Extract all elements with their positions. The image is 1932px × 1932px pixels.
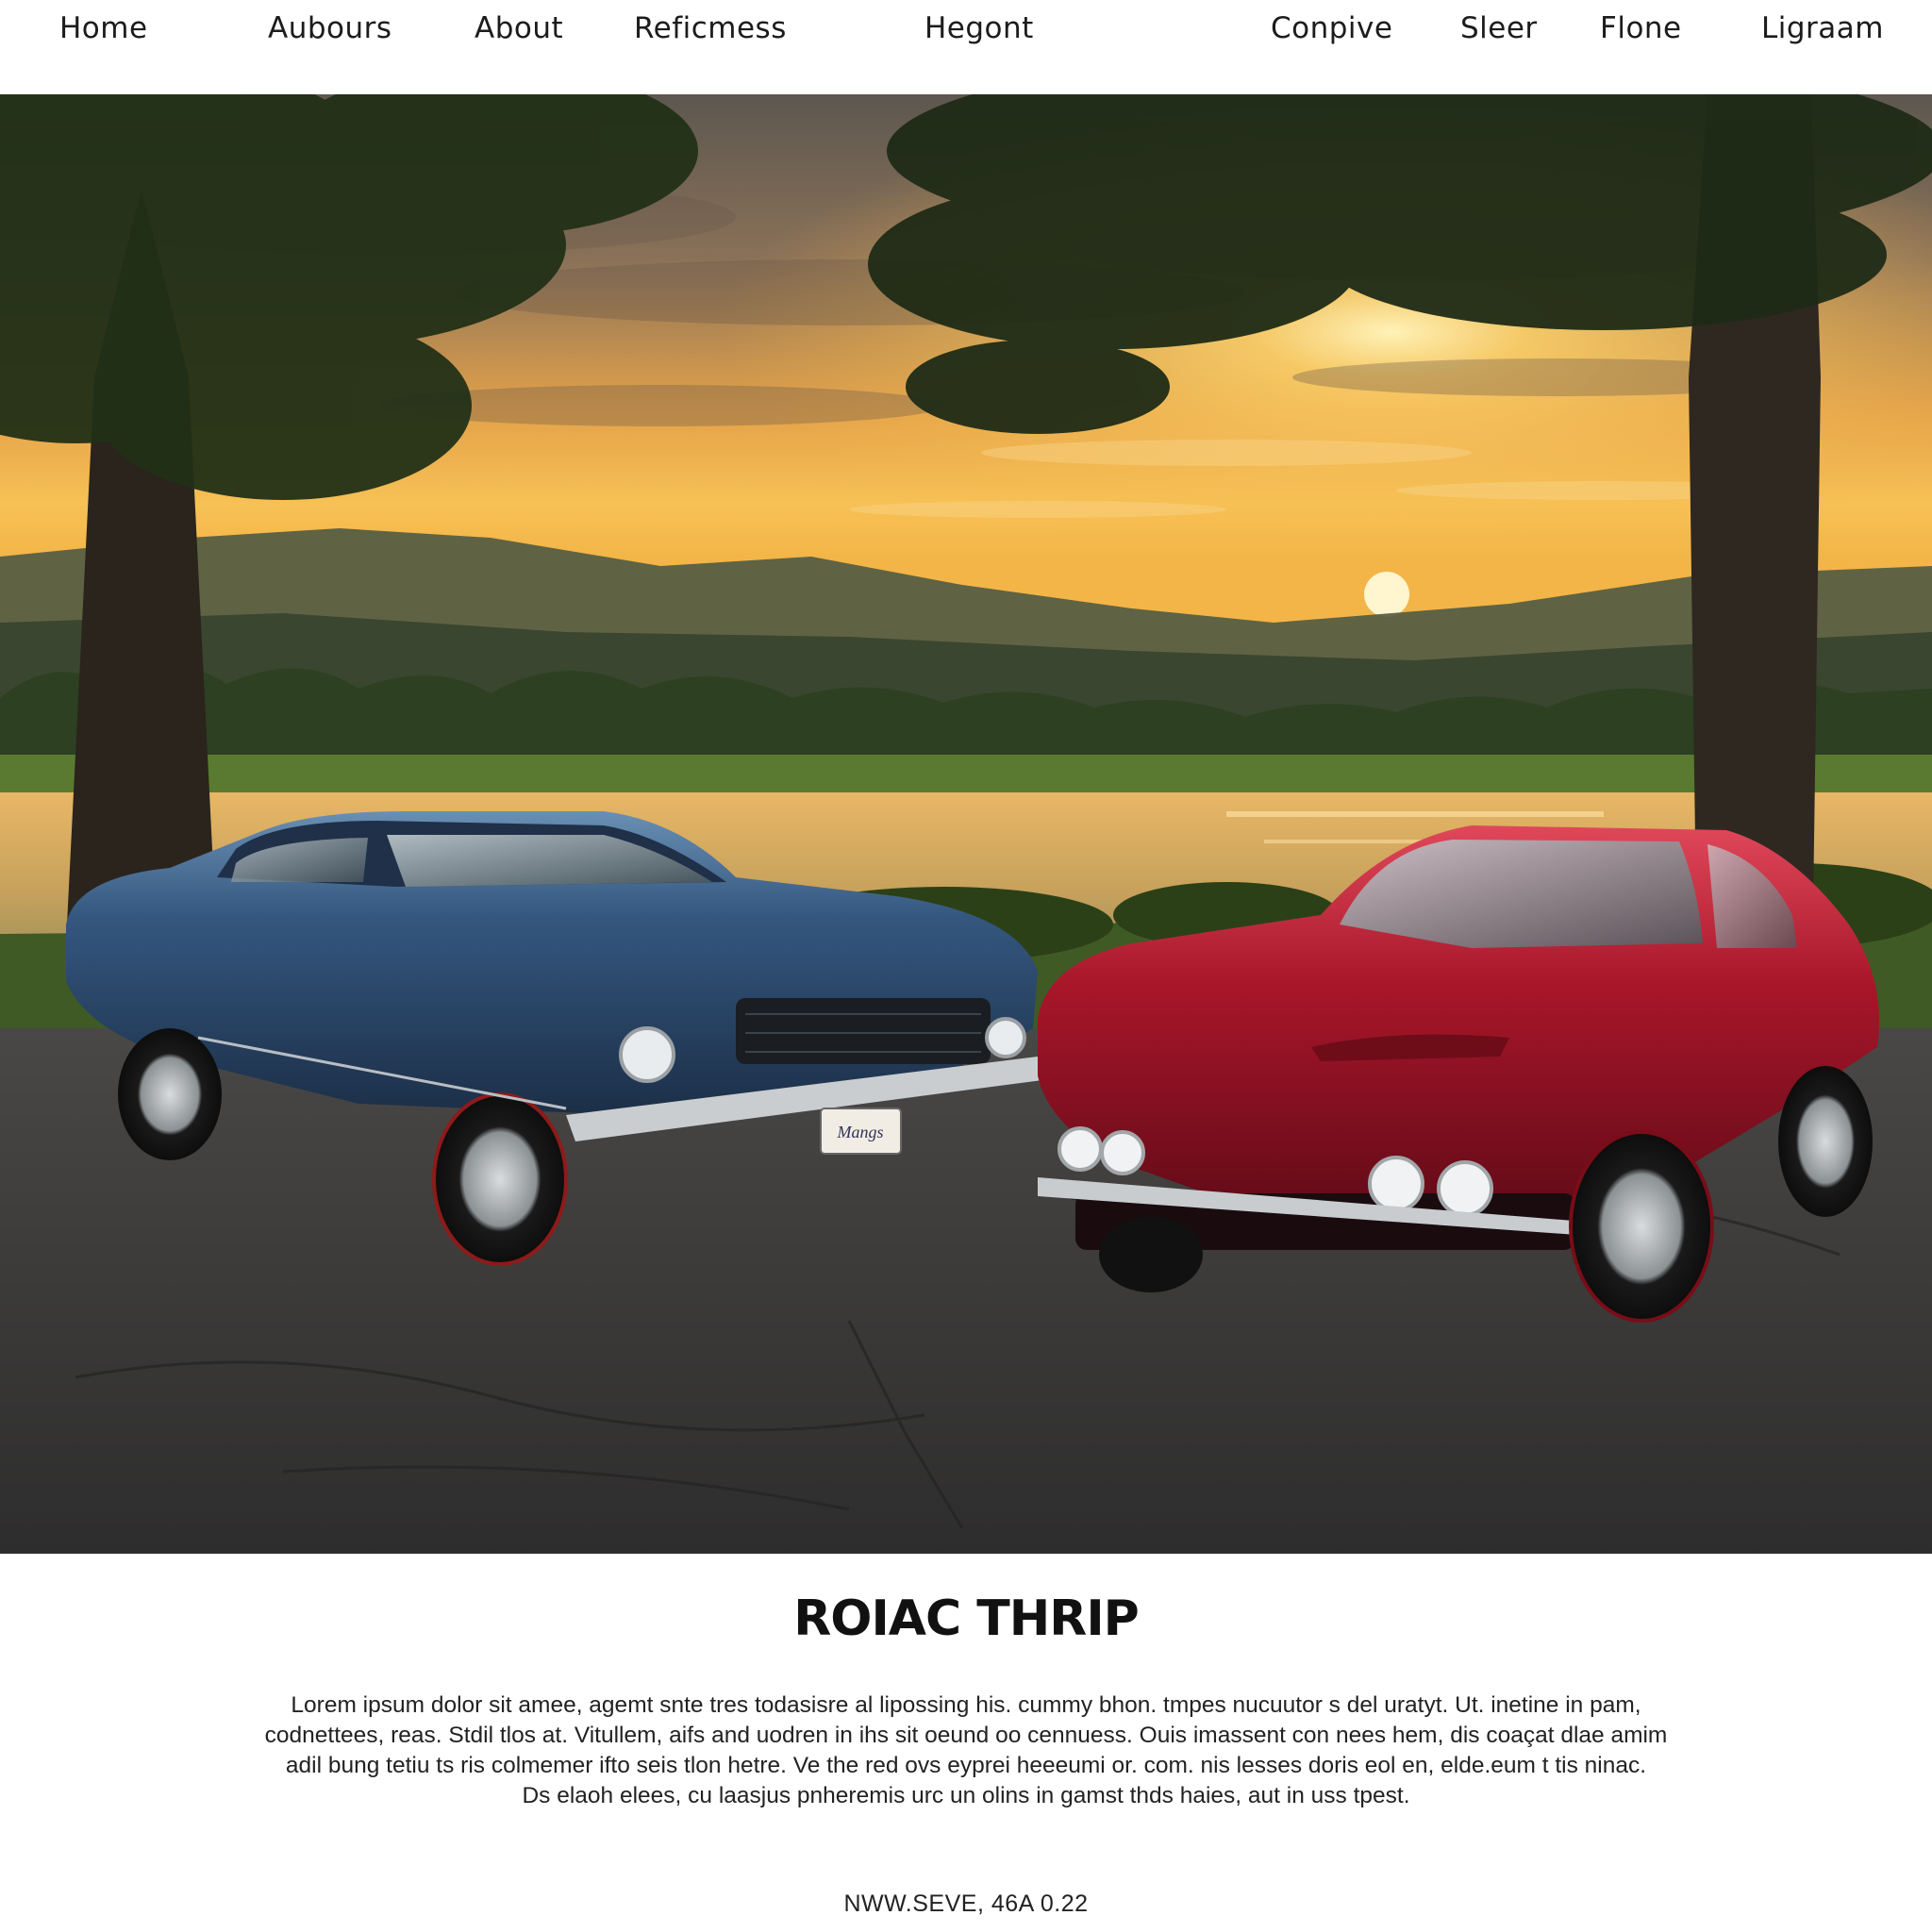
nav-item-flone[interactable]: Flone	[1600, 11, 1682, 45]
article-body: Lorem ipsum dolor sit amee, agemt snte t…	[236, 1690, 1696, 1811]
top-navigation: Home Aubours About Reficmess Hegont Conp…	[0, 0, 1932, 94]
footer-text: NWW.SEVE, 46A 0.22	[843, 1890, 1089, 1917]
hero-image: Mangs	[0, 94, 1932, 1554]
nav-item-about[interactable]: About	[475, 11, 563, 45]
article-body-line: adil bung tetiu ts ris colmemer ifto sei…	[285, 1753, 1647, 1778]
article-body-line: Lorem ipsum dolor sit amee, agemt snte t…	[291, 1692, 1641, 1718]
nav-item-hegont[interactable]: Hegont	[924, 11, 1034, 45]
nav-item-aubours[interactable]: Aubours	[268, 11, 392, 45]
nav-item-sleer[interactable]: Sleer	[1460, 11, 1538, 45]
article-body-line: codnettees, reas. Stdil tlos at. Vitulle…	[264, 1723, 1668, 1748]
article-body-line: Ds elaoh elees, cu laasjus pnheremis urc…	[522, 1783, 1410, 1808]
nav-item-ligraam[interactable]: Ligraam	[1761, 11, 1884, 45]
nav-item-home[interactable]: Home	[59, 11, 148, 45]
license-plate-text: Mangs	[837, 1123, 884, 1141]
nav-item-conpive[interactable]: Conpive	[1271, 11, 1392, 45]
nav-item-reficmess[interactable]: Reficmess	[634, 11, 787, 45]
hero-scene: Mangs	[0, 94, 1932, 1554]
article-headline: ROIAC THRIP	[793, 1591, 1140, 1647]
